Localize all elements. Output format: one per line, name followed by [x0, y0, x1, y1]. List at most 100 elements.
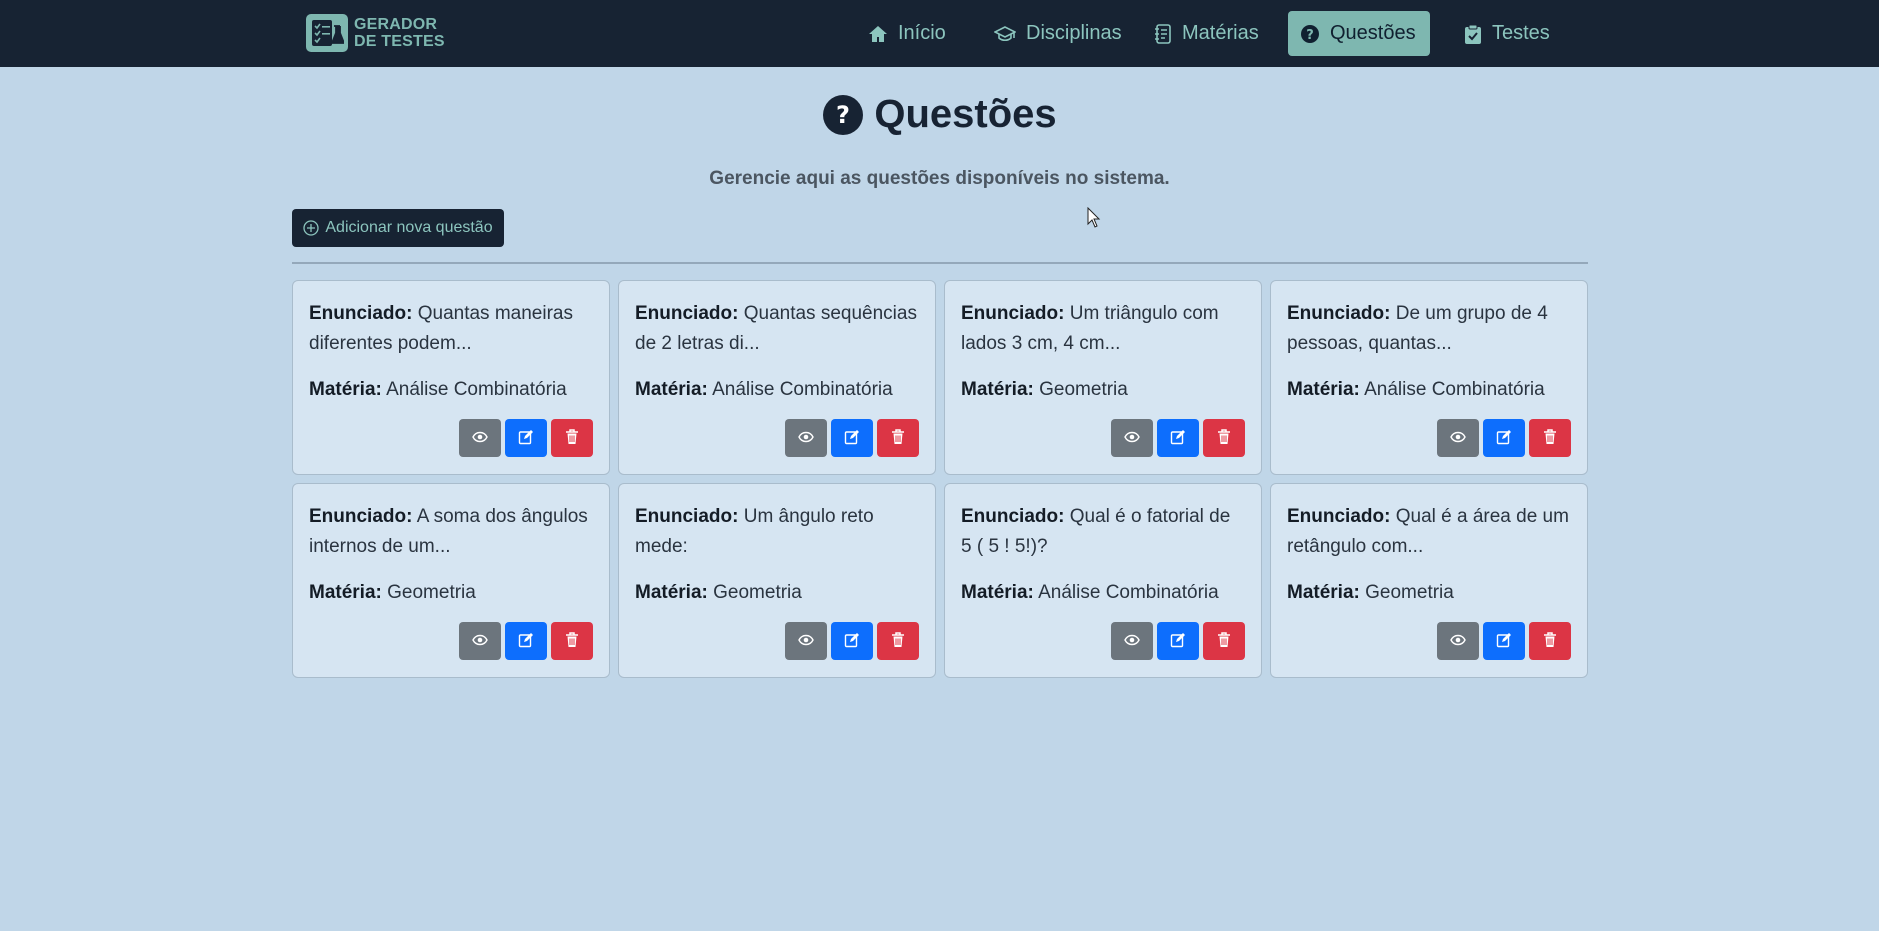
- add-question-label: Adicionar nova questão: [325, 219, 493, 236]
- delete-button[interactable]: [1203, 419, 1245, 457]
- eye-icon: [472, 431, 488, 446]
- nav-item-inicio[interactable]: Início: [856, 11, 958, 56]
- delete-button[interactable]: [1529, 419, 1571, 457]
- edit-button[interactable]: [1483, 419, 1525, 457]
- subject-label: Matéria:: [635, 379, 708, 400]
- subject-text: Análise Combinatória: [1364, 379, 1545, 400]
- subject-label: Matéria:: [635, 582, 708, 603]
- subject-label: Matéria:: [1287, 582, 1360, 603]
- nav-item-disciplinas[interactable]: Disciplinas: [982, 11, 1134, 56]
- view-button[interactable]: [459, 419, 501, 457]
- statement-label: Enunciado:: [1287, 506, 1391, 527]
- question-subject: Matéria: Geometria: [961, 375, 1245, 405]
- question-card: Enunciado: Qual é a área de um retângulo…: [1270, 483, 1588, 678]
- question-statement: Enunciado: Quantas maneiras diferentes p…: [309, 299, 593, 359]
- view-button[interactable]: [785, 622, 827, 660]
- trash-icon: [565, 631, 579, 651]
- nav-label-inicio: Início: [898, 22, 946, 44]
- question-card: Enunciado: Quantas maneiras diferentes p…: [292, 280, 610, 475]
- nav-label-materias: Matérias: [1182, 22, 1259, 44]
- add-question-button[interactable]: Adicionar nova questão: [292, 209, 504, 247]
- subject-text: Geometria: [387, 582, 476, 603]
- edit-button[interactable]: [1157, 622, 1199, 660]
- svg-text:?: ?: [1306, 28, 1314, 43]
- nav-item-materias[interactable]: Matérias: [1142, 11, 1271, 56]
- trash-icon: [1217, 631, 1231, 651]
- view-button[interactable]: [459, 622, 501, 660]
- delete-button[interactable]: [551, 419, 593, 457]
- trash-icon: [1543, 428, 1557, 448]
- view-button[interactable]: [1111, 622, 1153, 660]
- delete-button[interactable]: [551, 622, 593, 660]
- subject-text: Análise Combinatória: [386, 379, 567, 400]
- statement-label: Enunciado:: [635, 506, 739, 527]
- edit-button[interactable]: [831, 419, 873, 457]
- question-subject: Matéria: Geometria: [1287, 578, 1571, 608]
- edit-icon: [1496, 429, 1512, 448]
- card-actions: [1111, 419, 1245, 457]
- trash-icon: [891, 428, 905, 448]
- nav-item-questoes[interactable]: ? Questões: [1288, 11, 1430, 56]
- question-subject: Matéria: Análise Combinatória: [1287, 375, 1571, 405]
- divider: [292, 262, 1588, 264]
- delete-button[interactable]: [1203, 622, 1245, 660]
- edit-button[interactable]: [1157, 419, 1199, 457]
- nav-label-questoes: Questões: [1330, 22, 1416, 44]
- questions-grid: Enunciado: Quantas maneiras diferentes p…: [292, 280, 1588, 678]
- mouse-cursor-icon: [1087, 207, 1101, 228]
- statement-label: Enunciado:: [309, 506, 413, 527]
- nav-item-testes[interactable]: Testes: [1452, 11, 1562, 56]
- edit-button[interactable]: [505, 419, 547, 457]
- subject-text: Análise Combinatória: [1038, 582, 1219, 603]
- nav-links: Início Disciplinas Matérias ? Questões T…: [0, 0, 1879, 67]
- edit-button[interactable]: [505, 622, 547, 660]
- svg-text:?: ?: [836, 101, 850, 129]
- question-statement: Enunciado: Qual é o fatorial de 5 ( 5 ! …: [961, 502, 1245, 562]
- question-subject: Matéria: Análise Combinatória: [309, 375, 593, 405]
- edit-button[interactable]: [831, 622, 873, 660]
- edit-button[interactable]: [1483, 622, 1525, 660]
- subject-label: Matéria:: [961, 379, 1034, 400]
- delete-button[interactable]: [877, 419, 919, 457]
- edit-icon: [1170, 632, 1186, 651]
- eye-icon: [1124, 431, 1140, 446]
- question-circle-icon: ?: [1301, 24, 1319, 43]
- view-button[interactable]: [785, 419, 827, 457]
- card-actions: [459, 622, 593, 660]
- question-statement: Enunciado: Um triângulo com lados 3 cm, …: [961, 299, 1245, 359]
- question-card: Enunciado: Qual é o fatorial de 5 ( 5 ! …: [944, 483, 1262, 678]
- page-subtitle: Gerencie aqui as questões disponíveis no…: [709, 168, 1170, 189]
- question-subject: Matéria: Análise Combinatória: [635, 375, 919, 405]
- card-actions: [459, 419, 593, 457]
- subject-text: Geometria: [1039, 379, 1128, 400]
- card-actions: [1437, 622, 1571, 660]
- eye-icon: [798, 634, 814, 649]
- statement-label: Enunciado:: [961, 506, 1065, 527]
- clipboard-check-icon: [1465, 24, 1481, 44]
- question-card: Enunciado: Quantas sequências de 2 letra…: [618, 280, 936, 475]
- subject-label: Matéria:: [961, 582, 1034, 603]
- question-statement: Enunciado: Quantas sequências de 2 letra…: [635, 299, 919, 359]
- subject-text: Análise Combinatória: [712, 379, 893, 400]
- page-title-text: Questões: [874, 92, 1057, 136]
- question-card: Enunciado: A soma dos ângulos internos d…: [292, 483, 610, 678]
- question-card: Enunciado: Um ângulo reto mede: Matéria: …: [618, 483, 936, 678]
- eye-icon: [798, 431, 814, 446]
- card-actions: [1437, 419, 1571, 457]
- delete-button[interactable]: [1529, 622, 1571, 660]
- nav-label-disciplinas: Disciplinas: [1026, 22, 1122, 44]
- navbar: GERADOR DE TESTES Início Disciplinas Mat…: [0, 0, 1879, 67]
- question-circle-icon: ?: [823, 94, 864, 135]
- subject-text: Geometria: [713, 582, 802, 603]
- question-subject: Matéria: Geometria: [309, 578, 593, 608]
- subject-label: Matéria:: [1287, 379, 1360, 400]
- trash-icon: [565, 428, 579, 448]
- view-button[interactable]: [1437, 419, 1479, 457]
- card-actions: [785, 419, 919, 457]
- delete-button[interactable]: [877, 622, 919, 660]
- plus-circle-icon: [303, 220, 320, 236]
- view-button[interactable]: [1437, 622, 1479, 660]
- view-button[interactable]: [1111, 419, 1153, 457]
- edit-icon: [844, 632, 860, 651]
- statement-label: Enunciado:: [309, 303, 413, 324]
